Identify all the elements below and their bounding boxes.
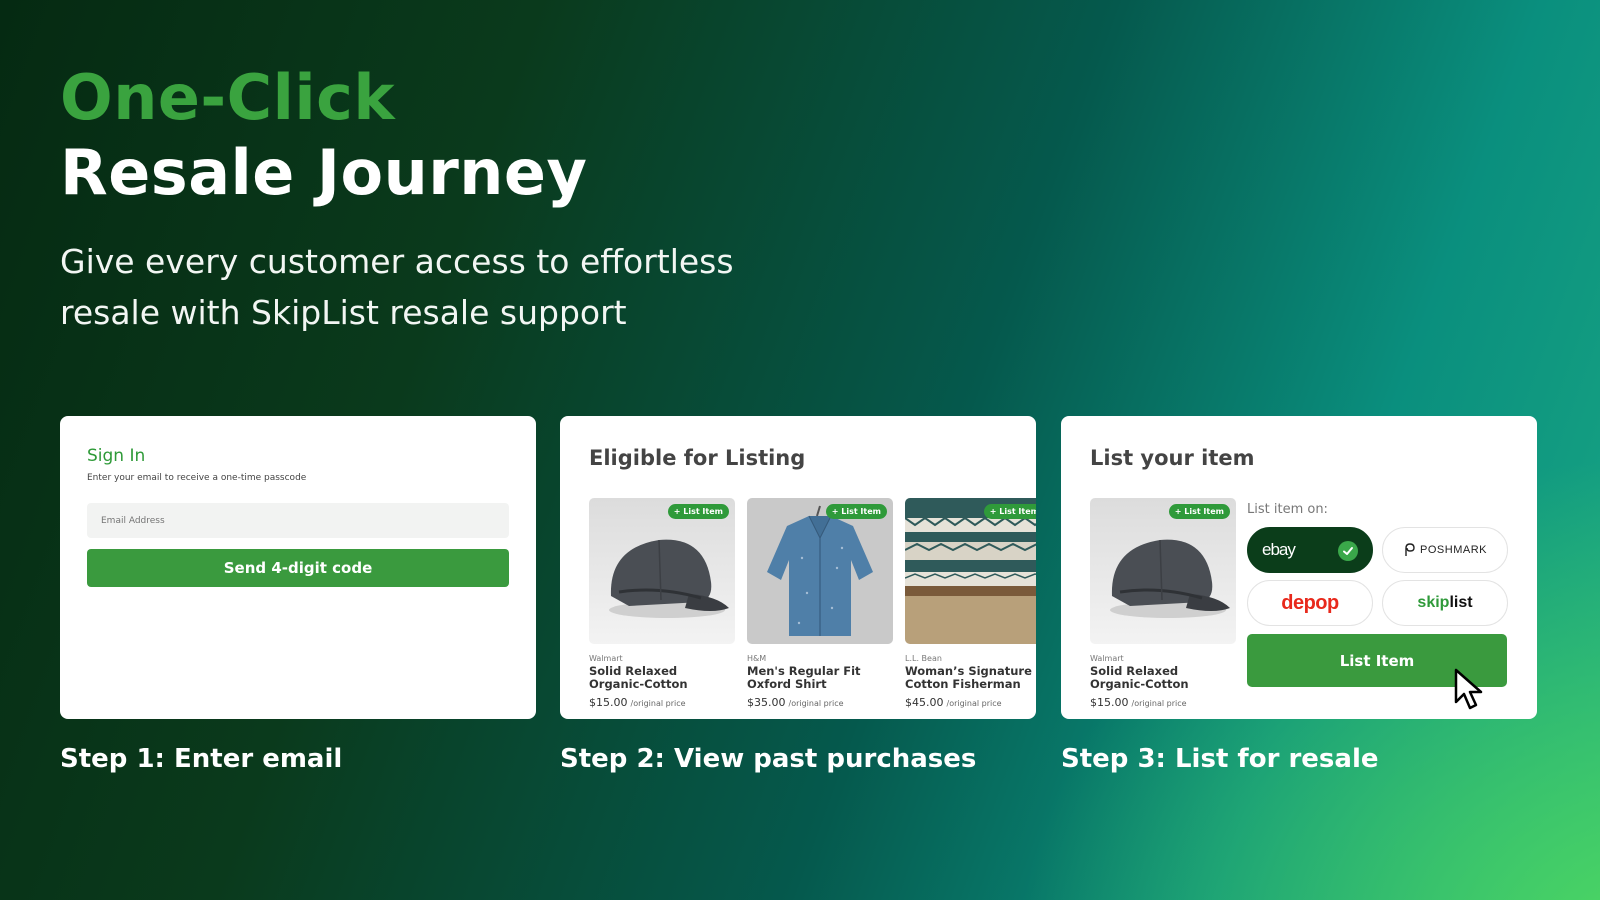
list-item-badge[interactable]: + List Item	[825, 504, 887, 519]
poshmark-logo: POSHMARK	[1420, 544, 1487, 556]
product-name: Woman’s Signature Cotton Fisherman	[905, 665, 1032, 691]
eligible-card: Eligible for Listing + List Item Walmart…	[560, 416, 1036, 719]
list-on-label: List item on:	[1247, 502, 1328, 517]
checkmark-icon	[1338, 541, 1358, 561]
hero-subtitle: Give every customer access to effortless…	[60, 236, 820, 338]
signin-card: Sign In Enter your email to receive a on…	[60, 416, 536, 719]
product-store: Walmart	[589, 654, 623, 663]
product-price: $35.00	[747, 696, 786, 709]
email-field[interactable]	[87, 503, 509, 538]
subtitle-line-1: Give every customer access to effortless	[60, 242, 734, 281]
product-price-row: $35.00/original price	[747, 696, 893, 709]
list-item-title: List your item	[1090, 446, 1255, 470]
step-3-label: Step 3: List for resale	[1061, 744, 1379, 774]
skiplist-logo-part-2: list	[1449, 594, 1473, 611]
product-store: H&M	[747, 654, 767, 663]
platform-ebay-button[interactable]: ebay	[1247, 527, 1373, 573]
price-note: /original price	[630, 699, 686, 708]
product-name: Solid Relaxed Organic-Cotton Sateen Duve…	[1090, 665, 1203, 691]
product-store: L.L. Bean	[905, 654, 942, 663]
product-price-row: $15.00/original price	[589, 696, 735, 709]
poshmark-icon	[1403, 543, 1415, 557]
price-note: /original price	[788, 699, 844, 708]
price-note: /original price	[1131, 699, 1187, 708]
price-note: /original price	[946, 699, 1002, 708]
list-item-badge[interactable]: + List Item	[983, 504, 1036, 519]
skiplist-logo-part-1: skip	[1417, 594, 1450, 611]
subtitle-line-2: resale with SkipList resale support	[60, 293, 627, 332]
headline-white: Resale Journey	[60, 136, 588, 209]
signin-title: Sign In	[87, 446, 146, 466]
list-item-badge[interactable]: + List Item	[1168, 504, 1230, 519]
cap-image: + List Item	[589, 498, 735, 644]
list-item-badge[interactable]: + List Item	[667, 504, 729, 519]
product-card[interactable]: + List Item Walmart Solid Relaxed Organi…	[589, 498, 735, 709]
platform-depop-button[interactable]: depop	[1247, 580, 1373, 626]
product-name: Men's Regular Fit Oxford Shirt	[747, 665, 861, 691]
product-name: Solid Relaxed Organic-Cotton Sateen Duve…	[589, 665, 702, 691]
selected-product: + List Item Walmart Solid Relaxed Organi…	[1090, 498, 1236, 709]
list-item-card: List your item + List Item Walmart Solid…	[1061, 416, 1537, 719]
product-price: $15.00	[1090, 696, 1129, 709]
product-price: $15.00	[589, 696, 628, 709]
depop-logo: depop	[1281, 591, 1339, 614]
product-card[interactable]: + List Item L.L. Bean Woman’s Signature …	[905, 498, 1036, 709]
signin-subtitle: Enter your email to receive a one-time p…	[87, 473, 307, 483]
headline-green: One-Click	[60, 61, 396, 134]
hero: One-Click Resale Journey	[60, 62, 587, 212]
ebay-logo: ebay	[1262, 540, 1296, 559]
step-1-label: Step 1: Enter email	[60, 744, 343, 774]
step-2-label: Step 2: View past purchases	[560, 744, 977, 774]
product-card[interactable]: + List Item H&M Men's Regular Fit Oxford…	[747, 498, 893, 709]
shirt-image: + List Item	[747, 498, 893, 644]
mouse-cursor-icon	[1454, 668, 1483, 710]
skiplist-logo: skiplist	[1417, 594, 1472, 612]
platform-poshmark-button[interactable]: POSHMARK	[1382, 527, 1508, 573]
send-code-button[interactable]: Send 4-digit code	[87, 549, 509, 587]
product-price-row: $15.00/original price	[1090, 696, 1236, 709]
sweater-image: + List Item	[905, 498, 1036, 644]
eligible-title: Eligible for Listing	[589, 446, 806, 470]
product-store: Walmart	[1090, 654, 1124, 663]
platform-skiplist-button[interactable]: skiplist	[1382, 580, 1508, 626]
product-price: $45.00	[905, 696, 944, 709]
product-price-row: $45.00/original price	[905, 696, 1036, 709]
cap-image: + List Item	[1090, 498, 1236, 644]
